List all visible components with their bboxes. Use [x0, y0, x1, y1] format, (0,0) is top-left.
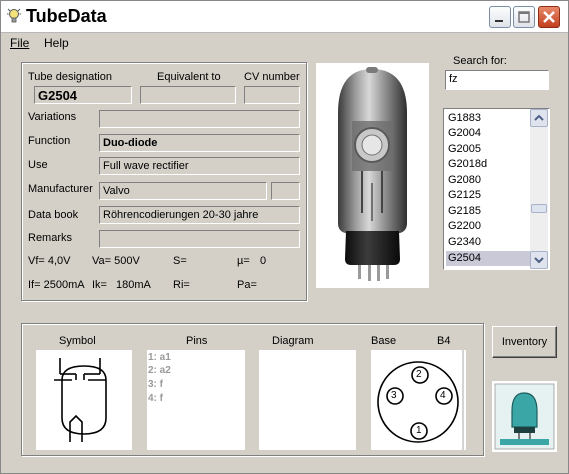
maximize-button[interactable]	[513, 6, 535, 28]
list-scrollbar[interactable]	[530, 109, 548, 269]
ik-value: 180mA	[116, 279, 151, 291]
variations-field[interactable]	[99, 110, 300, 128]
list-item[interactable]: G2004	[446, 126, 530, 141]
list-item[interactable]: G2185	[446, 204, 530, 219]
s-value: S=	[173, 255, 187, 267]
list-item[interactable]: G1883	[446, 111, 530, 126]
list-item[interactable]: G2080	[446, 173, 530, 188]
list-item[interactable]: G2005	[446, 142, 530, 157]
search-label: Search for:	[453, 55, 507, 67]
vf-value: Vf= 4,0V	[28, 255, 71, 267]
title-bar[interactable]: TubeData	[1, 1, 568, 33]
menu-file[interactable]: File	[10, 36, 29, 50]
maximize-icon	[518, 11, 530, 23]
variations-label: Variations	[28, 111, 77, 123]
ri-value: Ri=	[173, 279, 190, 291]
manufacturer-field[interactable]: Valvo	[99, 182, 267, 200]
cv-number-field[interactable]	[244, 86, 300, 104]
function-field[interactable]: Duo-diode	[99, 134, 300, 152]
list-item[interactable]: G2200	[446, 219, 530, 234]
list-item[interactable]: G2018d	[446, 157, 530, 172]
base-pin-label: 2	[416, 369, 422, 380]
list-item-selected[interactable]: G2504	[446, 251, 530, 266]
data-book-label: Data book	[28, 209, 79, 221]
tube-list[interactable]: G1883 G2004 G2005 G2018d G2080 G2125 G21…	[443, 108, 550, 270]
va-value: Va= 500V	[92, 255, 140, 267]
tube-symbol-diagram	[36, 350, 132, 450]
diagram-label: Diagram	[272, 335, 314, 347]
if-value: If= 2500mA	[28, 279, 85, 291]
pin-line: 2: a2	[148, 365, 171, 376]
pins-panel: 1: a1 2: a2 3: f 4: f	[147, 350, 245, 450]
base-pin-label: 3	[391, 390, 397, 401]
lightbulb-icon	[7, 8, 21, 23]
window-title: TubeData	[26, 6, 107, 26]
manufacturer-extra-field[interactable]	[271, 182, 300, 200]
ik-label: Ik=	[92, 279, 107, 291]
base-type-label: B4	[437, 335, 451, 347]
base-label: Base	[371, 335, 397, 347]
use-field[interactable]: Full wave rectifier	[99, 157, 300, 175]
diagram-panel	[259, 350, 356, 450]
function-label: Function	[28, 135, 71, 147]
scroll-up-button[interactable]	[530, 109, 548, 127]
remarks-field[interactable]	[99, 230, 300, 248]
pins-label: Pins	[186, 335, 208, 347]
pa-value: Pa=	[237, 279, 257, 291]
scroll-down-button[interactable]	[530, 251, 548, 269]
minimize-button[interactable]	[489, 6, 511, 28]
menu-bar: File Help	[1, 34, 568, 52]
tube-photo	[316, 63, 429, 288]
remarks-label: Remarks	[28, 232, 73, 244]
list-item[interactable]: G2340	[446, 235, 530, 250]
mu-label: µ=	[237, 255, 250, 267]
use-label: Use	[28, 159, 48, 171]
pin-line: 1: a1	[148, 352, 171, 363]
mu-value: 0	[260, 255, 267, 267]
tube-designation-label: Tube designation	[28, 71, 112, 83]
chevron-up-icon	[534, 114, 544, 121]
pin-line: 4: f	[148, 393, 163, 404]
list-item[interactable]: G2125	[446, 188, 530, 203]
data-book-field[interactable]: Röhrencodierungen 20-30 jahre	[99, 206, 300, 224]
chevron-down-icon	[534, 257, 544, 264]
tube-designation-field[interactable]: G2504	[34, 86, 132, 104]
close-icon	[543, 11, 555, 23]
close-button[interactable]	[538, 6, 560, 28]
base-pin-label: 1	[416, 425, 422, 436]
minimize-icon	[495, 20, 503, 22]
cv-number-label: CV number	[244, 71, 300, 83]
scroll-thumb[interactable]	[531, 204, 547, 213]
inventory-button[interactable]: Inventory	[492, 326, 557, 358]
search-input[interactable]: fz	[445, 70, 549, 90]
base-pin-label: 4	[440, 390, 446, 401]
equivalent-to-field[interactable]	[140, 86, 236, 104]
equivalent-to-label: Equivalent to	[157, 71, 221, 83]
main-window: TubeData File Help Tube designation Equi…	[0, 0, 569, 474]
manufacturer-label: Manufacturer	[28, 183, 93, 195]
base-panel: 2 3 4 1	[371, 350, 466, 450]
pin-line: 3: f	[148, 379, 163, 390]
menu-help[interactable]: Help	[44, 36, 69, 50]
symbol-label: Symbol	[59, 335, 96, 347]
tubedata-logo	[492, 381, 557, 452]
